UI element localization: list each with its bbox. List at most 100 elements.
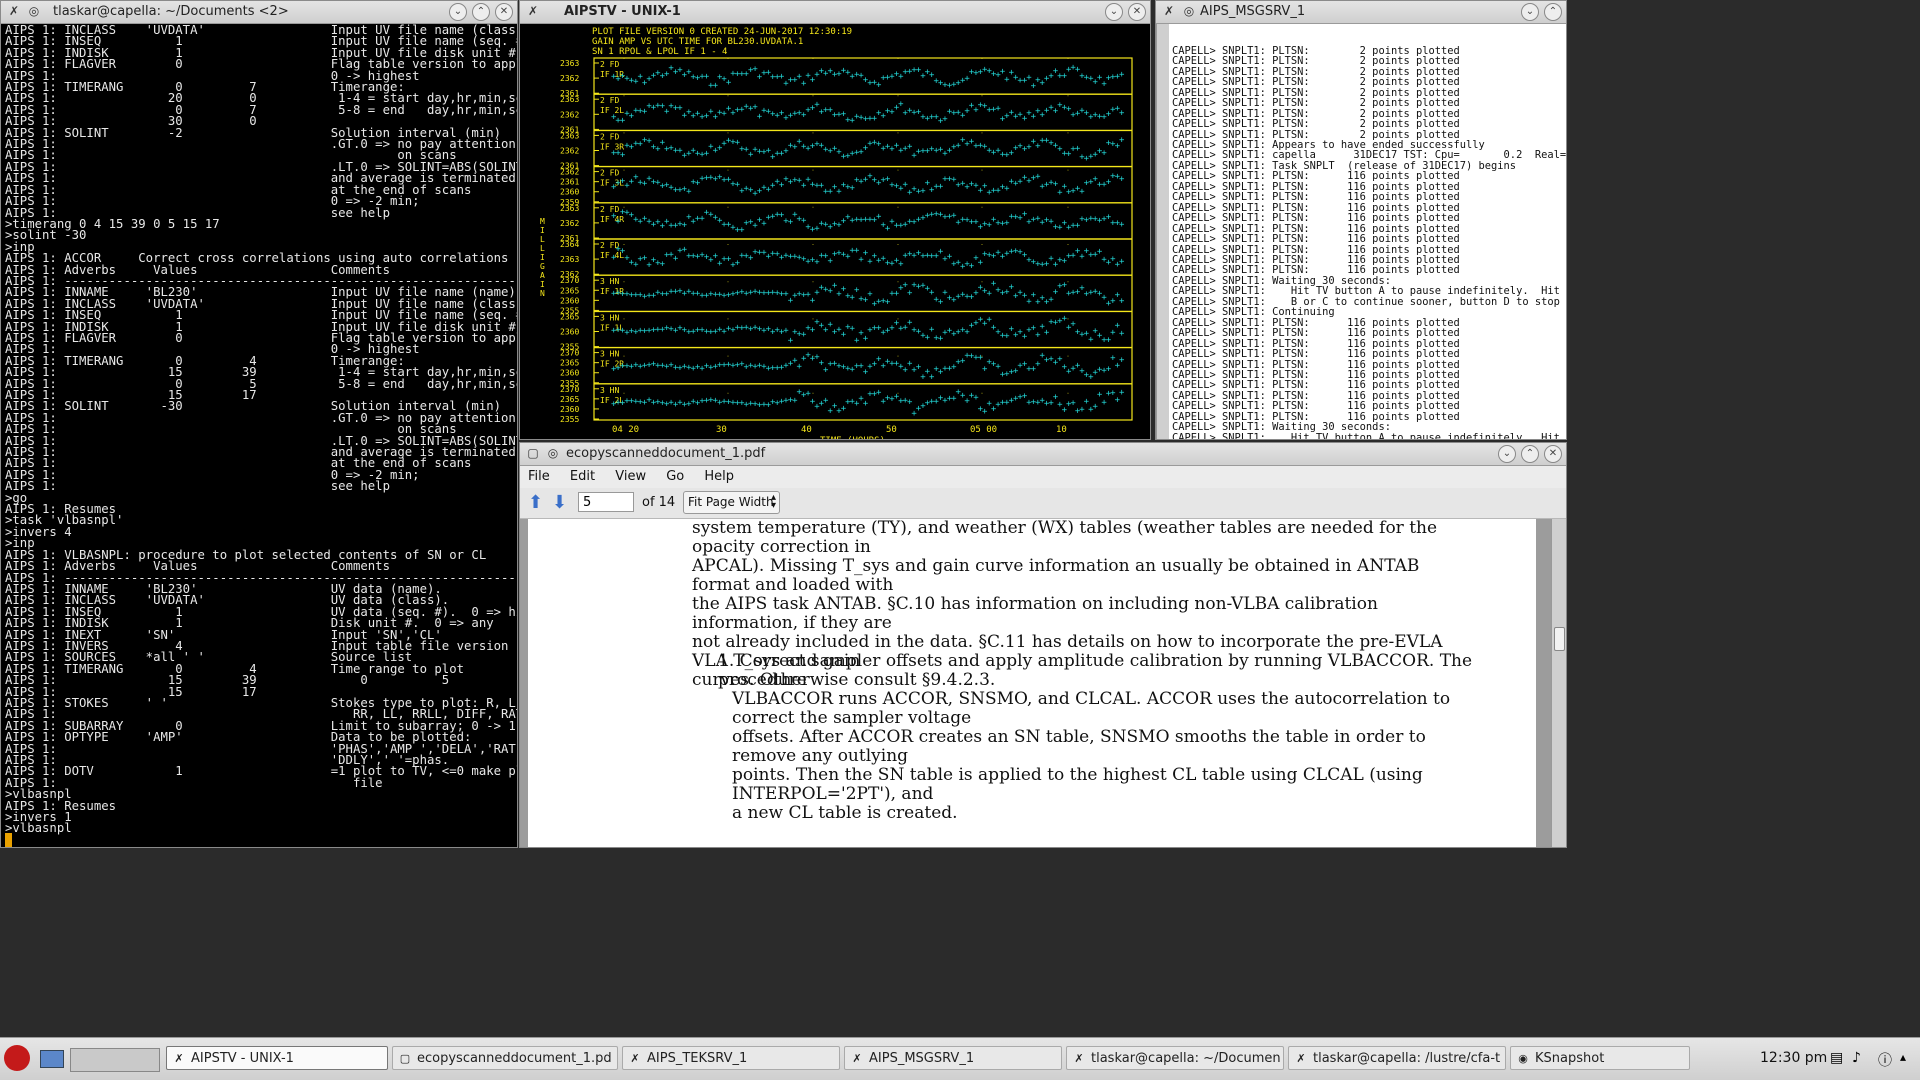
taskbar: ✗ AIPSTV - UNIX-1 ▢ ecopyscanneddocument_1… (0, 1037, 1920, 1080)
plot-header-line: GAIN AMP VS UTC TIME FOR BL230.UVDATA.1 (592, 37, 803, 47)
y-tick-label: 2360 (560, 369, 579, 378)
zoom-select[interactable]: Fit Page Width ▴ ▾ (683, 491, 780, 514)
x-tick-label: 50 (886, 425, 897, 435)
terminal-window[interactable]: ✗ ◎ tlaskar@capella: ~/Documents <2> ⌄ ⌃ ✕… (0, 0, 518, 848)
task-msgsrv[interactable]: ✗ AIPS_MSGSRV_1 (844, 1046, 1062, 1070)
y-tick-label: 2361 (560, 178, 579, 187)
data-point: + (615, 217, 621, 227)
menu-edit[interactable]: Edit (562, 466, 603, 484)
task-label: tlaskar@capella: ~/Documen (1091, 1051, 1281, 1066)
minimize-button[interactable]: ⌄ (449, 3, 467, 21)
message-line: CAPELL> SNPLT1: PLTSN: 116 points plotte… (1172, 233, 1460, 246)
task-aipstv[interactable]: ✗ AIPSTV - UNIX-1 (166, 1046, 388, 1070)
paragraph-line: APCAL). Missing T_sys and gain curve inf… (692, 556, 1420, 595)
window-menu-button[interactable]: ⌄ (1105, 3, 1123, 21)
minimize-button[interactable]: ⌄ (1498, 445, 1516, 463)
document-icon: ▢ (527, 446, 539, 460)
paragraph-line: the AIPS task ANTAB. §C.10 has informati… (692, 594, 1378, 633)
msgsrv-titlebar[interactable]: ✗ ◎ AIPS_MSGSRV_1 ⌄ ⌃ (1156, 1, 1566, 24)
window-menu-icon[interactable]: ◎ (27, 4, 41, 18)
page-number-input[interactable] (578, 492, 634, 512)
message-line: CAPELL> SNPLT1: PLTSN: 116 points plotte… (1172, 348, 1460, 361)
panel-label: 2 FD (600, 205, 619, 214)
y-tick-label: 2365 (560, 312, 579, 321)
data-point: + (1035, 172, 1041, 182)
previous-page-button[interactable]: ⬆ (528, 492, 543, 513)
menu-file[interactable]: File (520, 466, 558, 484)
close-button[interactable]: ✕ (1128, 3, 1146, 21)
camera-icon: ◉ (1518, 1052, 1528, 1065)
close-button[interactable]: ✕ (1544, 445, 1562, 463)
maximize-button[interactable]: ⌃ (1521, 445, 1539, 463)
terminal-cursor (5, 832, 517, 847)
pdf-window[interactable]: ▢ ◎ ecopyscanneddocument_1.pdf ⌄ ⌃ ✕ File … (519, 442, 1567, 848)
paragraph-line: VLBACCOR runs ACCOR, SNSMO, and CLCAL. A… (732, 689, 1451, 728)
paragraph-line: a new CL table is created. (732, 803, 958, 823)
info-icon[interactable]: ⓘ (1878, 1050, 1892, 1070)
pdf-page: system temperature (TY), and weather (WX… (528, 519, 1536, 847)
msgsrv-scrollbar[interactable] (1156, 24, 1169, 439)
y-tick-label: 2365 (560, 359, 579, 368)
pdf-titlebar[interactable]: ▢ ◎ ecopyscanneddocument_1.pdf ⌄ ⌃ ✕ (520, 443, 1566, 466)
terminal-output[interactable]: AIPS 1: INCLASS 'UVDATA' Input UV file n… (1, 24, 517, 847)
y-tick-label: 2362 (560, 110, 579, 119)
show-desktop-icon[interactable] (40, 1050, 64, 1068)
next-page-button[interactable]: ⬇ (552, 492, 567, 513)
menu-view[interactable]: View (607, 466, 654, 484)
data-point: + (867, 290, 873, 300)
panel-label: 2 FD (600, 132, 619, 141)
app-launcher-icon[interactable] (4, 1045, 30, 1071)
volume-icon[interactable]: ♪ (1852, 1050, 1861, 1066)
zoom-value: Fit Page Width (688, 495, 774, 509)
window-menu-icon[interactable]: ◎ (1182, 4, 1196, 18)
maximize-button[interactable]: ⌃ (1544, 3, 1562, 21)
panel-label: 2 FD (600, 60, 619, 69)
message-log[interactable]: CAPELL> SNPLT1: PLTSN: 2 points plotted C… (1156, 24, 1566, 439)
task-label: tlaskar@capella: /lustre/cfa-t (1313, 1051, 1501, 1066)
terminal-line: >invers 1 (5, 810, 72, 825)
data-point: + (898, 259, 904, 269)
menu-help[interactable]: Help (696, 466, 742, 484)
aipstv-window[interactable]: ✗ AIPSTV - UNIX-1 ⌄ ✕ PLOT FILE VERSION 0… (519, 0, 1151, 440)
terminal-line: AIPS 1: Resumes (5, 798, 117, 813)
close-button[interactable]: ✕ (495, 3, 513, 21)
terminal-line: AIPS 1: file (5, 775, 383, 790)
task-terminal-lustre[interactable]: ✗ tlaskar@capella: /lustre/cfa-t (1288, 1046, 1506, 1070)
msgsrv-window[interactable]: ✗ ◎ AIPS_MSGSRV_1 ⌄ ⌃ CAPELL> SNPLT1: PLT… (1155, 0, 1567, 440)
pdf-scrollbar[interactable] (1551, 519, 1566, 847)
task-ksnapshot[interactable]: ◉ KSnapshot (1510, 1046, 1690, 1070)
x-icon: ✗ (630, 1052, 640, 1065)
clipboard-icon[interactable]: ▤ (1830, 1050, 1843, 1066)
workspace-pager[interactable] (70, 1048, 160, 1072)
aipstv-titlebar[interactable]: ✗ AIPSTV - UNIX-1 ⌄ ✕ (520, 1, 1150, 24)
window-menu-icon[interactable]: ◎ (546, 446, 560, 460)
data-point: + (1119, 297, 1125, 307)
chevron-updown-icon: ▴ ▾ (770, 492, 776, 511)
data-point: + (938, 297, 944, 307)
task-teksrv[interactable]: ✗ AIPS_TEKSRV_1 (622, 1046, 840, 1070)
task-label: ecopyscanneddocument_1.pd (417, 1051, 612, 1066)
y-tick-label: 2360 (560, 296, 579, 305)
data-point: + (850, 324, 856, 334)
minimize-button[interactable]: ⌄ (1521, 3, 1539, 21)
task-label: AIPS_TEKSRV_1 (647, 1051, 748, 1066)
menu-go[interactable]: Go (658, 466, 692, 484)
y-tick-label: 2362 (560, 74, 579, 83)
y-axis-label-char: N (540, 289, 545, 298)
task-pdf[interactable]: ▢ ecopyscanneddocument_1.pd (392, 1046, 618, 1070)
y-tick-label: 2355 (560, 415, 579, 424)
task-terminal-documents[interactable]: ✗ tlaskar@capella: ~/Documen (1066, 1046, 1284, 1070)
data-point: + (978, 353, 984, 363)
pdf-toolbar: ⬆ ⬇ of 14 Fit Page Width ▴▾ (520, 488, 1566, 519)
maximize-button[interactable]: ⌃ (472, 3, 490, 21)
paragraph-line: offsets. After ACCOR creates an SN table… (732, 727, 1426, 766)
panel-label: 3 HN (600, 277, 619, 286)
scroll-thumb[interactable] (1554, 627, 1565, 651)
terminal-titlebar[interactable]: ✗ ◎ tlaskar@capella: ~/Documents <2> ⌄ ⌃ ✕ (1, 1, 517, 24)
clock[interactable]: 12:30 pm (1760, 1050, 1827, 1066)
pdf-viewport[interactable]: system temperature (TY), and weather (WX… (520, 519, 1552, 847)
panel-label: 2 FD (600, 169, 619, 178)
expand-tray-icon[interactable]: ▴ (1900, 1050, 1906, 1064)
data-point: + (1035, 331, 1041, 341)
panel-label: 3 HN (600, 350, 619, 359)
